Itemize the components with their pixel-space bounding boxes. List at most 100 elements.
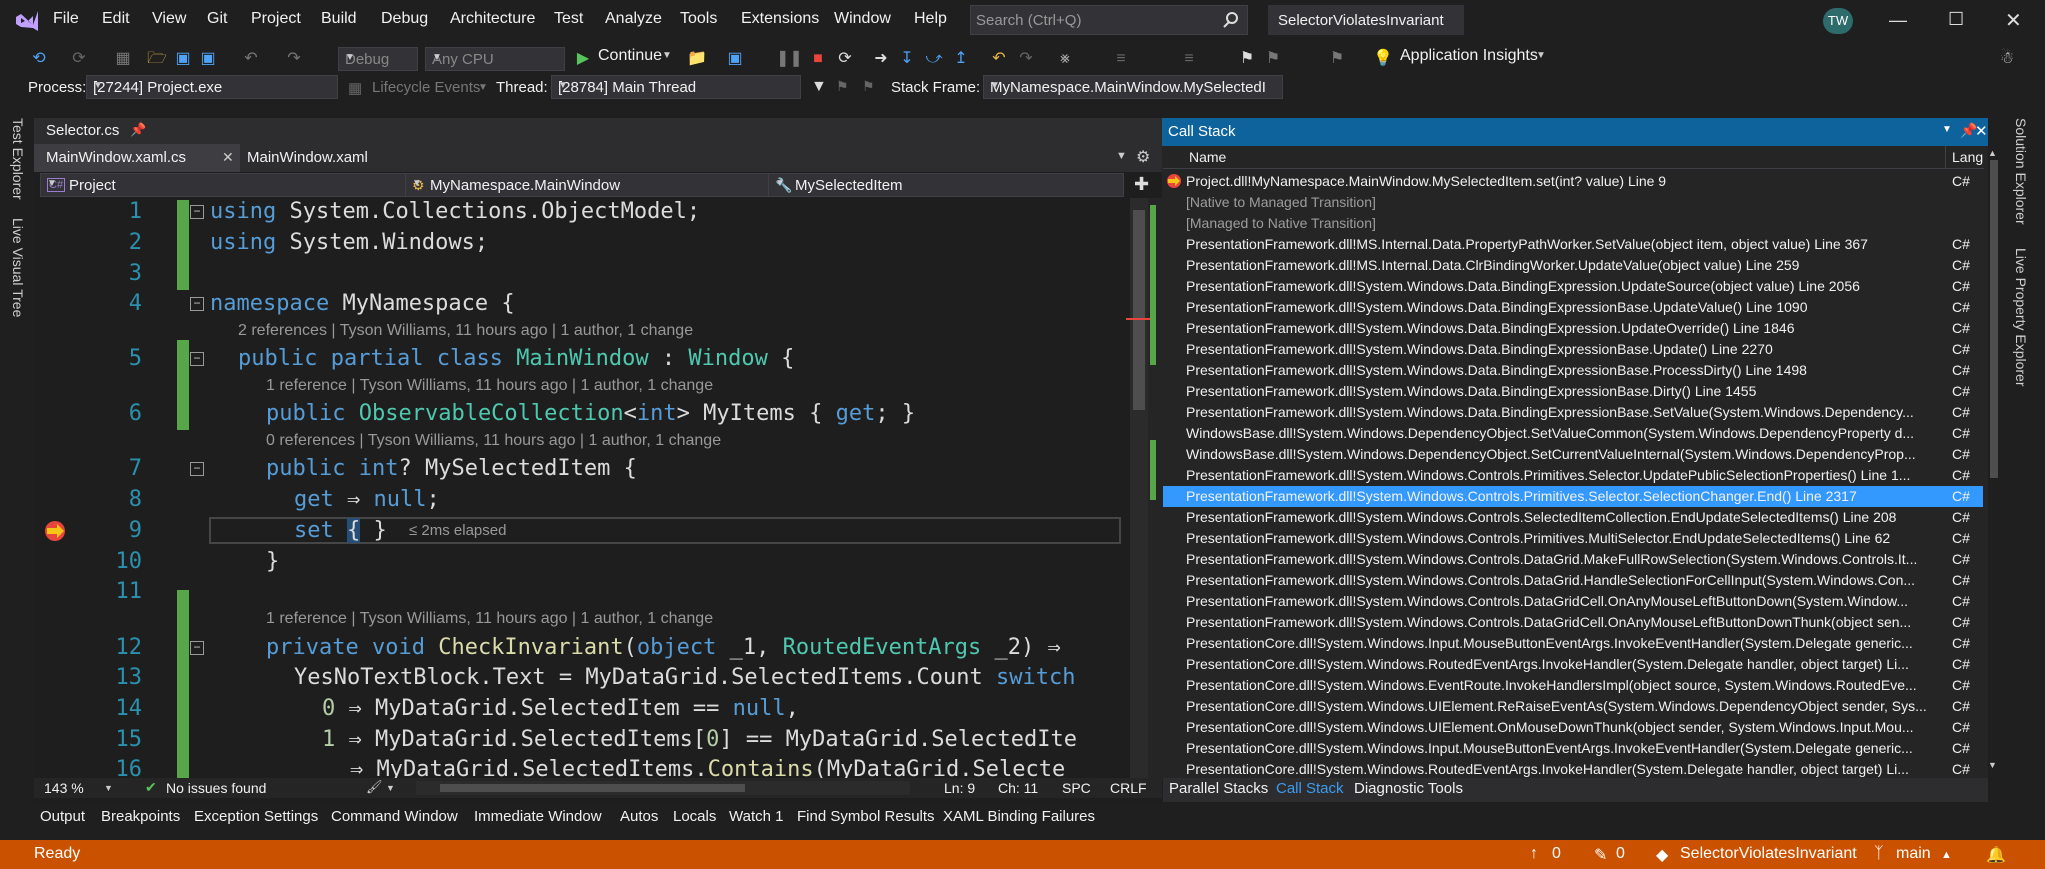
forward-icon[interactable]: ⟳ <box>68 48 90 70</box>
menu-test[interactable]: Test <box>554 10 583 28</box>
tab-xaml-binding-failures[interactable]: XAML Binding Failures <box>943 808 1095 825</box>
menu-build[interactable]: Build <box>321 10 357 28</box>
stop-debugging-icon[interactable]: ■ <box>807 48 829 70</box>
show-next-statement-icon[interactable]: ➜ <box>870 48 892 70</box>
live-share-icon[interactable]: ☃ <box>1996 48 2018 70</box>
pending-changes-count[interactable]: 0 <box>1616 845 1625 863</box>
codelens-references[interactable]: 2 references | Tyson Williams, 11 hours … <box>238 322 693 340</box>
branch-icon[interactable]: ᛉ <box>1874 845 1884 863</box>
column-divider[interactable] <box>1945 146 1946 168</box>
tab-parallel-stacks[interactable]: Parallel Stacks <box>1169 780 1268 797</box>
back-icon[interactable]: ⟲ <box>28 48 50 70</box>
application-insights-button[interactable]: Application Insights <box>1400 47 1538 65</box>
whitespace-indicator[interactable]: SPC <box>1062 780 1091 796</box>
close-window-icon[interactable]: ✕ <box>2005 8 2022 33</box>
collapse-icon[interactable]: − <box>190 641 204 655</box>
notifications-bell-icon[interactable]: 🔔 <box>1986 845 2006 865</box>
scroll-down-icon[interactable]: ▼ <box>1988 760 1997 770</box>
undo-icon[interactable]: ↶ <box>240 48 262 70</box>
column-indicator[interactable]: Ch: 11 <box>998 780 1038 796</box>
tab-call-stack[interactable]: Call Stack <box>1276 780 1344 797</box>
step-out-icon[interactable]: ↥ <box>950 48 972 70</box>
stack-frame-dropdown[interactable]: MyNamespace.MainWindow.MySelectedI ▼ <box>983 75 1283 99</box>
tab-output[interactable]: Output <box>40 808 85 825</box>
collapse-icon[interactable]: − <box>190 297 204 311</box>
find-in-files-icon[interactable]: 📁 <box>686 48 708 70</box>
live-property-explorer-tab[interactable]: Live Property Explorer <box>2013 248 2029 387</box>
menu-edit[interactable]: Edit <box>102 10 130 28</box>
lifecycle-dropdown-icon[interactable]: ▼ <box>478 82 488 93</box>
close-pane-icon[interactable]: ✕ <box>1975 122 1988 140</box>
continue-play-icon[interactable]: ▶ <box>572 48 594 70</box>
visual-studio-logo-icon[interactable] <box>14 8 40 34</box>
solution-configuration-dropdown[interactable]: Debug ▼ <box>338 47 418 71</box>
line-ending-indicator[interactable]: CRLF <box>1110 780 1147 796</box>
outdent-icon[interactable]: ≡ <box>1178 48 1200 70</box>
breakpoint-current-statement-icon[interactable] <box>44 520 66 542</box>
column-header-lang[interactable]: Lang <box>1952 149 1983 165</box>
menu-git[interactable]: Git <box>207 10 227 28</box>
menu-debug[interactable]: Debug <box>381 10 428 28</box>
tab-immediate-window[interactable]: Immediate Window <box>474 808 602 825</box>
scroll-up-icon[interactable]: ▲ <box>1988 148 1997 158</box>
branch-name[interactable]: main <box>1896 845 1931 863</box>
solution-explorer-tab[interactable]: Solution Explorer <box>2013 118 2029 225</box>
editor-scroll-thumb[interactable] <box>1133 210 1145 410</box>
type-nav-dropdown[interactable]: MyNamespace.MainWindow ⚙ ▼ <box>405 173 769 197</box>
column-header-name[interactable]: Name <box>1189 149 1226 165</box>
repository-name[interactable]: SelectorViolatesInvariant <box>1680 845 1857 863</box>
collapse-icon[interactable]: − <box>190 352 204 366</box>
collapse-icon[interactable]: − <box>190 462 204 476</box>
menu-project[interactable]: Project <box>251 10 301 28</box>
tab-command-window[interactable]: Command Window <box>331 808 458 825</box>
menu-architecture[interactable]: Architecture <box>450 10 535 28</box>
codelens-references[interactable]: 0 references | Tyson Williams, 11 hours … <box>266 432 721 450</box>
window-menu-dropdown-icon[interactable]: ▼ <box>1942 124 1952 135</box>
issues-status[interactable]: No issues found <box>166 780 266 796</box>
search-input[interactable]: Search (Ctrl+Q) <box>970 5 1248 35</box>
save-icon[interactable]: ▣ <box>172 48 194 70</box>
tab-locals[interactable]: Locals <box>673 808 716 825</box>
test-explorer-tab[interactable]: Test Explorer <box>10 118 26 200</box>
live-visual-tree-tab[interactable]: Live Visual Tree <box>10 218 26 317</box>
collapse-icon[interactable]: − <box>190 205 204 219</box>
continue-button[interactable]: Continue <box>598 47 662 65</box>
tab-find-symbol-results[interactable]: Find Symbol Results <box>797 808 935 825</box>
align-left-icon[interactable]: ≡ <box>1110 48 1132 70</box>
zoom-dropdown-icon[interactable]: ▼ <box>104 783 113 793</box>
tab-autos[interactable]: Autos <box>620 808 658 825</box>
break-all-icon[interactable]: ❚❚ <box>776 48 803 70</box>
minimize-icon[interactable]: — <box>1889 10 1907 31</box>
code-cleanup-dropdown-icon[interactable]: ▼ <box>386 783 395 793</box>
screenshot-icon[interactable]: ▣ <box>724 48 746 70</box>
redo-hot-reload-icon[interactable]: ↷ <box>1015 48 1037 70</box>
tab-diagnostic-tools[interactable]: Diagnostic Tools <box>1354 780 1463 797</box>
process-dropdown[interactable]: [27244] Project.exe ▼ <box>86 75 338 99</box>
tab-breakpoints[interactable]: Breakpoints <box>101 808 180 825</box>
branch-dropdown-icon[interactable]: ▲ <box>1941 849 1952 861</box>
menu-tools[interactable]: Tools <box>680 10 717 28</box>
solution-platform-dropdown[interactable]: Any CPU ▼ <box>425 47 565 71</box>
line-indicator[interactable]: Ln: 9 <box>944 780 975 796</box>
new-item-icon[interactable]: ▦ <box>112 48 134 70</box>
git-push-icon[interactable]: ↑ <box>1530 845 1538 863</box>
user-avatar[interactable]: TW <box>1823 8 1853 34</box>
tab-mainwindow-xaml[interactable]: MainWindow.xaml <box>247 149 368 166</box>
editor-hscroll-thumb[interactable] <box>440 784 745 792</box>
tab-selector-cs[interactable]: Selector.cs <box>46 122 119 139</box>
tab-watch-1[interactable]: Watch 1 <box>729 808 783 825</box>
thread-dropdown[interactable]: [28784] Main Thread ▼ <box>551 75 801 99</box>
restart-icon[interactable]: ⟳ <box>834 48 856 70</box>
tab-exception-settings[interactable]: Exception Settings <box>194 808 318 825</box>
call-stack-scroll-thumb[interactable] <box>1990 160 1998 478</box>
menu-help[interactable]: Help <box>914 10 947 28</box>
pin-icon[interactable]: 📌 <box>130 122 146 138</box>
flag-threads-icon[interactable]: ⚑ <box>836 78 849 95</box>
project-nav-dropdown[interactable]: Project C# ▼ <box>40 173 406 197</box>
maximize-icon[interactable]: ☐ <box>1948 9 1964 30</box>
bookmark-icon[interactable]: ⚑ <box>1236 48 1258 70</box>
codelens-references[interactable]: 1 reference | Tyson Williams, 11 hours a… <box>266 377 713 395</box>
hot-reload-icon[interactable]: ↶ <box>988 48 1010 70</box>
tab-list-dropdown-icon[interactable]: ▼ <box>1116 150 1127 162</box>
zoom-level[interactable]: 143 % <box>44 780 84 796</box>
